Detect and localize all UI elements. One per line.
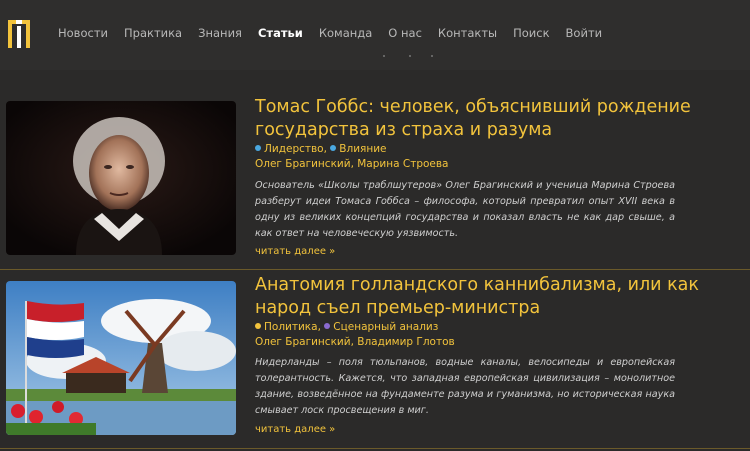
read-more-link[interactable]: читать далее » — [255, 246, 335, 257]
site-logo[interactable] — [6, 18, 32, 50]
article-tags: Лидерство, Влияние — [255, 143, 387, 155]
author-link[interactable]: Марина Строева — [357, 158, 448, 170]
tag-dot-icon — [255, 145, 261, 151]
tag-dot-icon — [330, 145, 337, 151]
article-divider — [0, 269, 750, 270]
nav-item-login[interactable]: Войти — [566, 26, 603, 40]
article-authors: Олег Брагинский, Марина Строева — [255, 158, 449, 170]
nav-item-search[interactable]: Поиск — [513, 26, 549, 40]
article-tags: Политика, Сценарный анализ — [255, 321, 438, 333]
author-link[interactable]: Олег Брагинский — [255, 336, 351, 348]
nav-item-contacts[interactable]: Контакты — [438, 26, 497, 40]
tag-dot-icon — [255, 323, 261, 329]
article-excerpt: Основатель «Школы траблшутеров» Олег Бра… — [255, 180, 675, 239]
top-navigation-bar: Новости Практика Знания Статьи Команда О… — [0, 0, 750, 70]
nav-item-team[interactable]: Команда — [319, 26, 372, 40]
article-title-link[interactable]: Томас Гоббс: человек, объяснивший рожден… — [255, 96, 735, 142]
main-menu: Новости Практика Знания Статьи Команда О… — [58, 26, 618, 40]
tag-dot-icon — [324, 323, 331, 329]
nav-item-about[interactable]: О нас — [388, 26, 422, 40]
article-excerpt: Нидерланды – поля тюльпанов, водные кана… — [255, 357, 675, 416]
nav-item-knowledge[interactable]: Знания — [198, 26, 242, 40]
tag-link[interactable]: Лидерство — [264, 143, 324, 155]
article-thumbnail-hobbes[interactable] — [6, 101, 236, 255]
read-more-link[interactable]: читать далее » — [255, 424, 335, 435]
portrait-image — [6, 101, 236, 255]
article-title-link[interactable]: Анатомия голландского каннибализма, или … — [255, 274, 735, 320]
tag-link[interactable]: Сценарный анализ — [333, 321, 438, 333]
article-authors: Олег Брагинский, Владимир Глотов — [255, 336, 455, 348]
author-link[interactable]: Владимир Глотов — [357, 336, 454, 348]
tag-link[interactable]: Политика — [264, 321, 318, 333]
nav-item-articles[interactable]: Статьи — [258, 26, 303, 40]
article-divider — [0, 448, 750, 449]
author-link[interactable]: Олег Брагинский — [255, 158, 351, 170]
tag-link[interactable]: Влияние — [339, 143, 386, 155]
nav-item-news[interactable]: Новости — [58, 26, 108, 40]
nav-item-practice[interactable]: Практика — [124, 26, 182, 40]
windmill-image — [6, 281, 236, 435]
article-thumbnail-netherlands[interactable] — [6, 281, 236, 435]
scroll-remnant-decoration — [383, 55, 433, 57]
